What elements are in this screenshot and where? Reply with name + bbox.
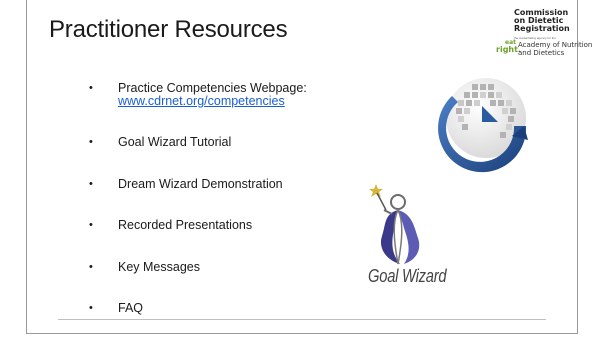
dream-wizard-item: Dream Wizard Demonstration [118, 177, 283, 191]
cdr-tagline: the credentialing agency for the [514, 36, 556, 40]
refresh-globe-icon [438, 78, 528, 173]
goal-wizard-logo [369, 184, 420, 265]
cdr-logo: Commission on Dietetic Registration the … [496, 9, 605, 69]
eat-right-logo: eat right. [496, 39, 521, 54]
bullet-icon: • [89, 136, 93, 148]
slide-title: Practitioner Resources [49, 16, 288, 43]
academy-wordmark: Academy of Nutrition and Dietetics [518, 41, 592, 57]
key-messages-item: Key Messages [118, 260, 200, 274]
footer-rule [58, 319, 546, 320]
slide: Practitioner Resources Commission on Die… [0, 0, 605, 343]
faq-item: FAQ [118, 301, 144, 315]
bullet-icon: • [89, 82, 93, 94]
cdr-wordmark: Commission on Dietetic Registration [514, 9, 570, 33]
academy-line-2: and Dietetics [518, 49, 565, 57]
bullet-icon: • [89, 178, 93, 190]
competencies-link[interactable]: www.cdrnet.org/competencies [118, 94, 285, 108]
bullet-icon: • [89, 261, 93, 273]
recorded-presentations-item: Recorded Presentations [118, 218, 253, 232]
practice-competencies-label: Practice Competencies Webpage: [118, 81, 307, 95]
bullet-icon: • [89, 219, 93, 231]
bullet-icon: • [89, 302, 93, 314]
cdr-line-3: Registration [514, 24, 570, 33]
academy-line-1: Academy of Nutrition [518, 41, 593, 49]
goal-wizard-tutorial-item: Goal Wizard Tutorial [118, 135, 232, 149]
goal-wizard-caption: Goal Wizard [368, 266, 447, 286]
